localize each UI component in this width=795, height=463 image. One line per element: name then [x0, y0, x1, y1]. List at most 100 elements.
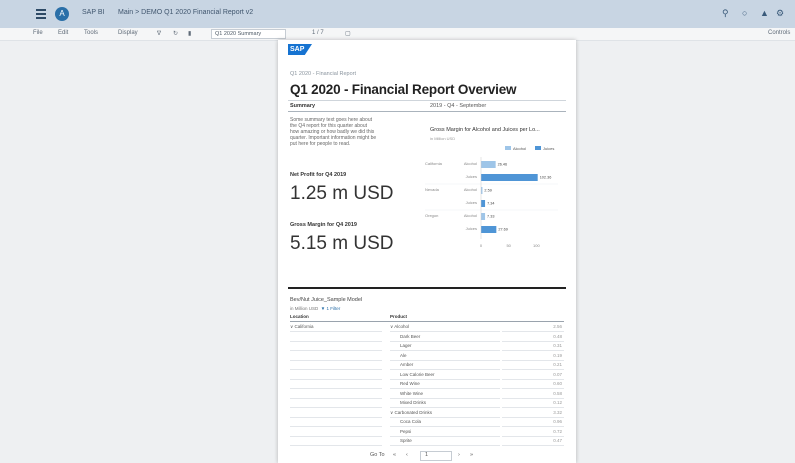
table-row[interactable]: ∨ Carbonated Drinks 3.32: [290, 409, 564, 418]
legend-swatch-alcohol: [505, 146, 511, 150]
chart-location-label: Nevada: [425, 187, 440, 192]
bookmark-icon[interactable]: ▮: [188, 30, 191, 37]
kpi-net-profit-value: 1.25 m USD: [290, 183, 394, 204]
table-title: Bev/Nut Juice_Sample Model: [290, 297, 363, 303]
chart-product-label: Juices: [466, 200, 477, 205]
settings-icon[interactable]: ⚙: [776, 8, 784, 19]
period-label: 2019 - Q4 - September: [430, 103, 487, 109]
filter-label[interactable]: 1 Filter: [327, 306, 341, 311]
col-product[interactable]: Product: [390, 314, 407, 319]
cell-value: 2.56: [553, 324, 562, 329]
page-title: Q1 2020 - Financial Report Overview: [290, 82, 517, 97]
cell-product: Pepsi: [400, 428, 412, 434]
table-row[interactable]: Red Wine 0.60: [290, 380, 564, 389]
first-page-icon[interactable]: «: [393, 452, 396, 458]
cell-value: 0.31: [553, 343, 562, 348]
file-menu[interactable]: File: [33, 30, 43, 36]
edit-menu[interactable]: Edit: [58, 30, 68, 36]
cell-product: Lager: [400, 343, 412, 348]
chart-location-label: California: [425, 161, 443, 166]
cell-product: ∨ Carbonated Drinks: [390, 409, 433, 415]
app-label[interactable]: SAP BI: [82, 9, 104, 16]
chart-tick-label: 100: [533, 243, 540, 248]
shell-bar: A SAP BI Main > DEMO Q1 2020 Financial R…: [0, 0, 795, 28]
cell-product: Coca Cola: [400, 419, 422, 424]
cell-value: 0.48: [553, 333, 562, 339]
chart-tick-label: 50: [506, 243, 511, 248]
cell-value: 0.21: [553, 362, 562, 367]
table-row[interactable]: White Wine 0.58: [290, 390, 564, 399]
chart-data-label: 27.69: [498, 228, 508, 232]
table-row[interactable]: Mixed Drinks 0.12: [290, 399, 564, 408]
cell-value: 0.60: [553, 381, 562, 386]
fit-icon[interactable]: ▢: [345, 30, 351, 37]
help-icon[interactable]: ○: [742, 8, 747, 18]
chart-product-label: Juices: [466, 174, 477, 179]
cell-product: Dark Beer: [400, 333, 421, 339]
table-row[interactable]: Coca Cola 0.96: [290, 418, 564, 427]
cell-value: 0.72: [553, 428, 562, 434]
header-rule: [290, 321, 564, 322]
cell-value: 0.58: [553, 390, 562, 396]
cell-product: Ale: [400, 352, 407, 358]
page-indicator[interactable]: 1 / 7: [312, 30, 324, 36]
cell-product: Sprite: [400, 438, 412, 443]
chart-data-label: 26.46: [498, 163, 508, 167]
tools-menu[interactable]: Tools: [84, 30, 98, 36]
chart-product-label: Alcohol: [464, 161, 477, 166]
table-row[interactable]: ∨ California ∨ Alcohol 2.56: [290, 323, 564, 332]
table-row[interactable]: Sprite 0.47: [290, 437, 564, 446]
cell-product: Low Calorie Beer: [400, 371, 435, 377]
last-page-icon[interactable]: »: [470, 452, 473, 458]
filter-icon[interactable]: ∇: [157, 30, 161, 37]
avatar[interactable]: A: [55, 7, 69, 21]
refresh-icon[interactable]: ↻: [173, 30, 178, 37]
page-input[interactable]: 1: [420, 451, 452, 461]
notifications-icon[interactable]: ▲: [760, 8, 769, 18]
sap-logo: SAP: [288, 44, 312, 55]
table-row[interactable]: Low Calorie Beer 0.07: [290, 371, 564, 380]
report-subtitle: Q1 2020 - Financial Report: [290, 71, 357, 77]
cell-value: 0.47: [553, 438, 562, 443]
table-row[interactable]: Pepsi 0.72: [290, 428, 564, 437]
cell-value: 0.07: [553, 371, 562, 377]
filter-link[interactable]: ▼ 1 Filter: [321, 306, 340, 311]
cell-value: 0.19: [553, 352, 562, 358]
table-header: Location Product: [290, 313, 564, 322]
search-icon[interactable]: ⚲: [722, 8, 729, 19]
table-row[interactable]: Lager 0.31: [290, 342, 564, 351]
table-row[interactable]: Ale 0.19: [290, 352, 564, 361]
chart-unit: in Million USD: [430, 136, 456, 141]
table-row[interactable]: Amber 0.21: [290, 361, 564, 370]
summary-text: Some summary text goes here about the Q4 …: [290, 117, 415, 147]
page-input-value[interactable]: 1: [425, 452, 428, 458]
cell-product: Red Wine: [400, 381, 420, 386]
display-menu[interactable]: Display: [118, 30, 138, 36]
cell-product: Amber: [400, 362, 414, 367]
summary-line: put here for people to read.: [290, 141, 351, 147]
chart-data-label: 7.34: [487, 202, 494, 206]
divider: [288, 111, 566, 112]
view-selector[interactable]: Q1 2020 Summary: [211, 29, 286, 39]
kpi-gross-margin-label: Gross Margin for Q4 2019: [290, 222, 357, 228]
document-breadcrumb[interactable]: Main > DEMO Q1 2020 Financial Report v2: [118, 9, 253, 16]
menu-icon[interactable]: [36, 9, 46, 19]
next-page-icon[interactable]: ›: [458, 452, 460, 458]
row-rule: [290, 445, 382, 446]
legend-label-juices: Juices: [543, 146, 554, 151]
goto-label: Go To: [370, 452, 385, 458]
controls-button[interactable]: Controls: [768, 30, 790, 36]
cell-product: White Wine: [400, 390, 424, 396]
row-rule: [502, 445, 564, 446]
table-row[interactable]: Dark Beer 0.48: [290, 333, 564, 342]
section-divider: [288, 287, 566, 289]
legend-label-alcohol: Alcohol: [513, 146, 526, 151]
chart-bar: [481, 226, 497, 233]
chart-bar: [481, 174, 538, 181]
prev-page-icon[interactable]: ‹: [406, 452, 408, 458]
chart-product-label: Alcohol: [464, 187, 477, 192]
row-rule: [390, 445, 500, 446]
cell-value: 3.32: [553, 409, 562, 415]
col-location[interactable]: Location: [290, 314, 309, 319]
pager: Go To « ‹ 1 › »: [360, 451, 520, 461]
